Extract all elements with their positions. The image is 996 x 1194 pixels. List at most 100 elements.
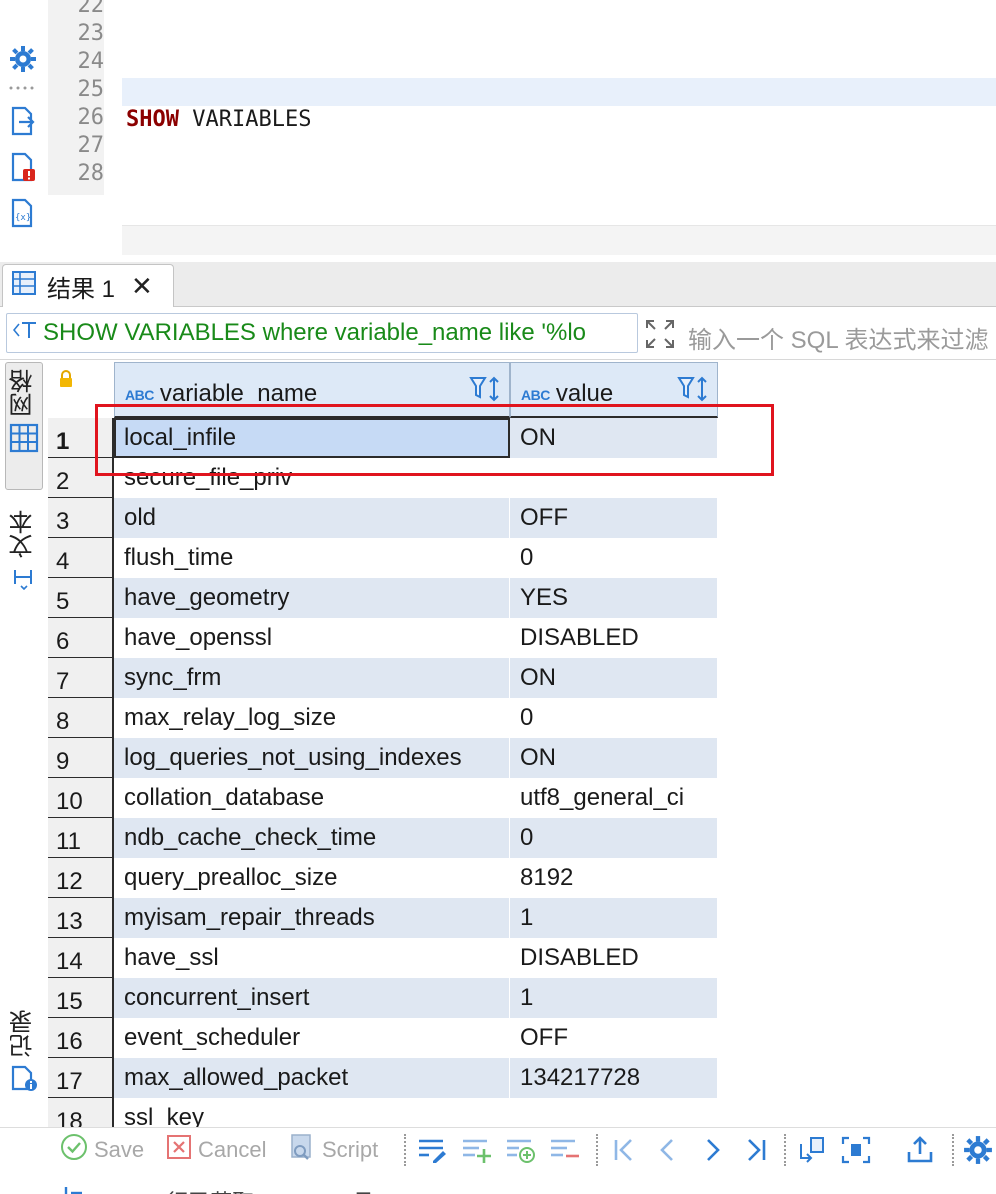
table-row[interactable]: 11 ndb_cache_check_time 0 — [48, 818, 718, 858]
cell-variable-name[interactable]: max_relay_log_size — [114, 698, 510, 738]
export-script-icon[interactable] — [8, 106, 38, 136]
row-number[interactable]: 18 — [48, 1098, 114, 1127]
row-number[interactable]: 2 — [48, 458, 114, 498]
row-number[interactable]: 9 — [48, 738, 114, 778]
cell-value[interactable]: 0 — [510, 698, 718, 738]
row-number[interactable]: 8 — [48, 698, 114, 738]
first-page-icon[interactable] — [608, 1132, 640, 1168]
cell-variable-name[interactable]: myisam_repair_threads — [114, 898, 510, 938]
cell-variable-name[interactable]: event_scheduler — [114, 1018, 510, 1058]
column-header-variable-name[interactable]: ABC variable_name — [114, 362, 510, 418]
cell-value[interactable]: 1 — [510, 898, 718, 938]
cell-variable-name[interactable]: collation_database — [114, 778, 510, 818]
table-row[interactable]: 16 event_scheduler OFF — [48, 1018, 718, 1058]
variables-icon[interactable]: {x} — [8, 198, 38, 228]
row-number[interactable]: 7 — [48, 658, 114, 698]
cell-value[interactable]: DISABLED — [510, 938, 718, 978]
expand-icon[interactable] — [644, 318, 676, 350]
delete-row-icon[interactable] — [548, 1132, 580, 1168]
row-number[interactable]: 14 — [48, 938, 114, 978]
cell-variable-name[interactable]: secure_file_priv — [114, 458, 510, 498]
cell-value[interactable]: 0 — [510, 818, 718, 858]
row-number[interactable]: 4 — [48, 538, 114, 578]
script-button[interactable]: Script — [288, 1132, 378, 1168]
save-button[interactable]: Save — [60, 1132, 144, 1168]
filter-expression-placeholder[interactable]: 输入一个 SQL 表达式来过滤 — [688, 320, 996, 355]
cell-variable-name[interactable]: log_queries_not_using_indexes — [114, 738, 510, 778]
cell-value[interactable] — [510, 458, 718, 498]
table-row[interactable]: 8 max_relay_log_size 0 — [48, 698, 718, 738]
cell-variable-name[interactable]: concurrent_insert — [114, 978, 510, 1018]
cell-value[interactable]: DISABLED — [510, 618, 718, 658]
column-header-value[interactable]: ABC value — [510, 362, 718, 418]
cell-variable-name[interactable]: have_ssl — [114, 938, 510, 978]
copy-row-icon[interactable] — [504, 1132, 536, 1168]
settings-gear-icon[interactable] — [962, 1132, 994, 1168]
filter-input[interactable]: SHOW VARIABLES where variable_name like … — [6, 313, 638, 353]
row-number[interactable]: 17 — [48, 1058, 114, 1098]
cell-variable-name[interactable]: ssl_key — [114, 1098, 510, 1127]
cell-variable-name[interactable]: local_infile — [114, 418, 510, 458]
export-icon[interactable] — [904, 1132, 936, 1168]
cell-variable-name[interactable]: sync_frm — [114, 658, 510, 698]
fetch-all-icon[interactable] — [840, 1132, 872, 1168]
tab-result-1[interactable]: 结果 1 ✕ — [2, 264, 174, 307]
row-number[interactable]: 11 — [48, 818, 114, 858]
table-row[interactable]: 17 max_allowed_packet 134217728 — [48, 1058, 718, 1098]
cell-value[interactable]: ON — [510, 738, 718, 778]
table-row[interactable]: 5 have_geometry YES — [48, 578, 718, 618]
cell-value[interactable]: ON — [510, 418, 718, 458]
cell-value[interactable]: OFF — [510, 498, 718, 538]
row-number[interactable]: 10 — [48, 778, 114, 818]
table-row[interactable]: 2 secure_file_priv — [48, 458, 718, 498]
column-filter-sort-icon[interactable] — [677, 375, 709, 409]
view-tab-record[interactable]: 记录 — [5, 1010, 43, 1120]
cell-value[interactable]: utf8_general_ci — [510, 778, 718, 818]
grid-corner[interactable] — [48, 362, 114, 418]
edit-row-icon[interactable] — [416, 1132, 448, 1168]
add-row-icon[interactable] — [460, 1132, 492, 1168]
previous-page-icon[interactable] — [652, 1132, 684, 1168]
row-number[interactable]: 1 — [48, 418, 114, 458]
cell-value[interactable] — [510, 1098, 718, 1127]
row-number[interactable]: 15 — [48, 978, 114, 1018]
cancel-button[interactable]: Cancel — [166, 1132, 266, 1168]
sql-code-line[interactable]: SHOW VARIABLES — [126, 106, 311, 134]
table-row[interactable]: 10 collation_database utf8_general_ci — [48, 778, 718, 818]
cell-value[interactable]: 1 — [510, 978, 718, 1018]
cell-variable-name[interactable]: have_openssl — [114, 618, 510, 658]
table-row[interactable]: 15 concurrent_insert 1 — [48, 978, 718, 1018]
view-tab-grid[interactable]: 网格 — [5, 362, 43, 490]
table-row[interactable]: 9 log_queries_not_using_indexes ON — [48, 738, 718, 778]
table-row[interactable]: 12 query_prealloc_size 8192 — [48, 858, 718, 898]
fetch-next-icon[interactable] — [796, 1132, 828, 1168]
table-row[interactable]: 18 ssl_key — [48, 1098, 718, 1127]
table-row[interactable]: 13 myisam_repair_threads 1 — [48, 898, 718, 938]
cell-value[interactable]: 134217728 — [510, 1058, 718, 1098]
last-page-icon[interactable] — [740, 1132, 772, 1168]
sql-editor[interactable]: {x} 22 23 24 25 26 27 28 SHOW VARIABLES — [0, 0, 996, 262]
row-number[interactable]: 5 — [48, 578, 114, 618]
row-number[interactable]: 3 — [48, 498, 114, 538]
table-row[interactable]: 14 have_ssl DISABLED — [48, 938, 718, 978]
table-row[interactable]: 7 sync_frm ON — [48, 658, 718, 698]
close-icon[interactable]: ✕ — [131, 271, 153, 302]
view-tab-text[interactable]: 文本 — [5, 510, 43, 610]
cell-variable-name[interactable]: flush_time — [114, 538, 510, 578]
row-number[interactable]: 16 — [48, 1018, 114, 1058]
table-row[interactable]: 6 have_openssl DISABLED — [48, 618, 718, 658]
cell-value[interactable]: YES — [510, 578, 718, 618]
next-page-icon[interactable] — [696, 1132, 728, 1168]
result-grid[interactable]: ABC variable_name ABC value 1 local_infi… — [48, 362, 996, 1127]
cell-variable-name[interactable]: have_geometry — [114, 578, 510, 618]
row-number[interactable]: 13 — [48, 898, 114, 938]
cell-variable-name[interactable]: query_prealloc_size — [114, 858, 510, 898]
row-number[interactable]: 12 — [48, 858, 114, 898]
cell-value[interactable]: ON — [510, 658, 718, 698]
cell-value[interactable]: OFF — [510, 1018, 718, 1058]
table-row[interactable]: 4 flush_time 0 — [48, 538, 718, 578]
cell-variable-name[interactable]: old — [114, 498, 510, 538]
column-filter-sort-icon[interactable] — [469, 375, 501, 409]
cell-value[interactable]: 0 — [510, 538, 718, 578]
row-number[interactable]: 6 — [48, 618, 114, 658]
